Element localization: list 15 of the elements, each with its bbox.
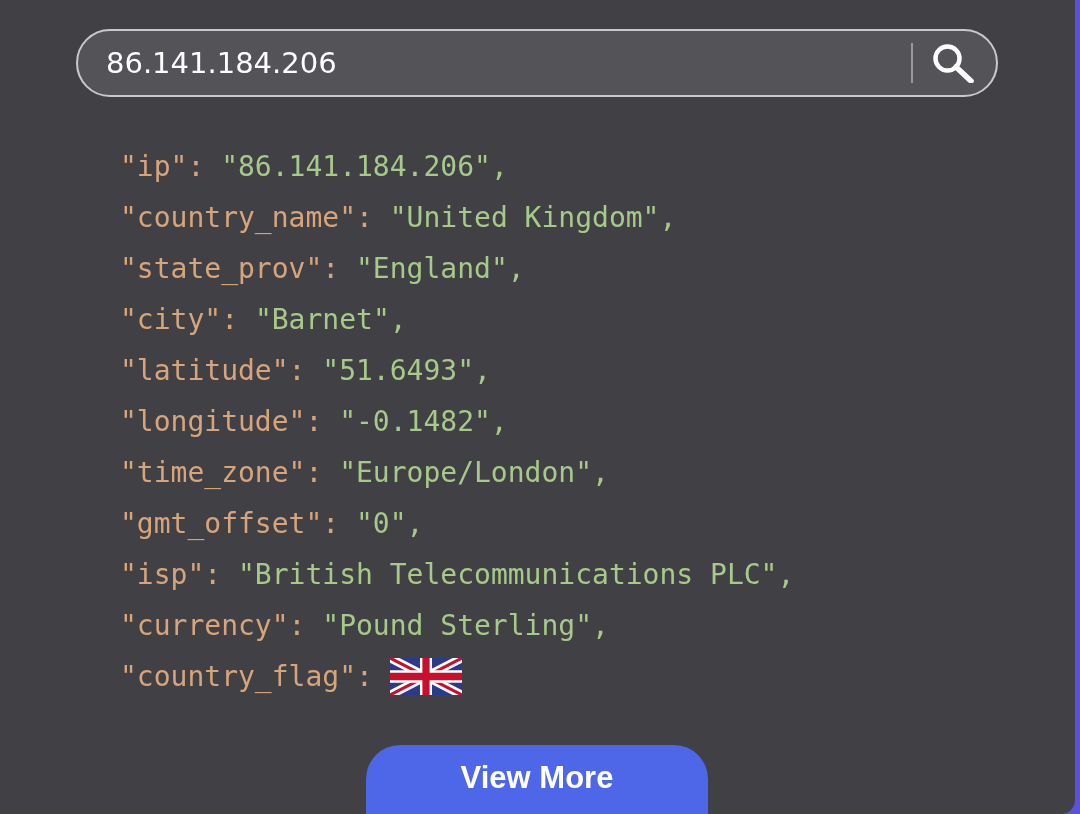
flag-icon <box>389 658 462 695</box>
search-icon[interactable] <box>932 43 974 83</box>
json-line: "latitude": "51.6493", <box>120 353 491 389</box>
search-field[interactable]: 86.141.184.206 <box>76 29 998 97</box>
json-line: "state_prov": "England", <box>120 251 525 287</box>
json-line: "country_name": "United Kingdom", <box>120 200 677 236</box>
json-line: "city": "Barnet", <box>120 302 407 338</box>
json-line: "ip": "86.141.184.206", <box>120 149 508 185</box>
json-line: "gmt_offset": "0", <box>120 506 424 542</box>
json-line: "longitude": "-0.1482", <box>120 404 508 440</box>
json-key: "country_flag": <box>120 651 373 702</box>
json-line: "isp": "British Telecommunications PLC", <box>120 557 795 593</box>
json-line: "currency": "Pound Sterling", <box>120 608 609 644</box>
view-more-button[interactable]: View More <box>366 745 708 814</box>
json-line: "time_zone": "Europe/London", <box>120 455 609 491</box>
